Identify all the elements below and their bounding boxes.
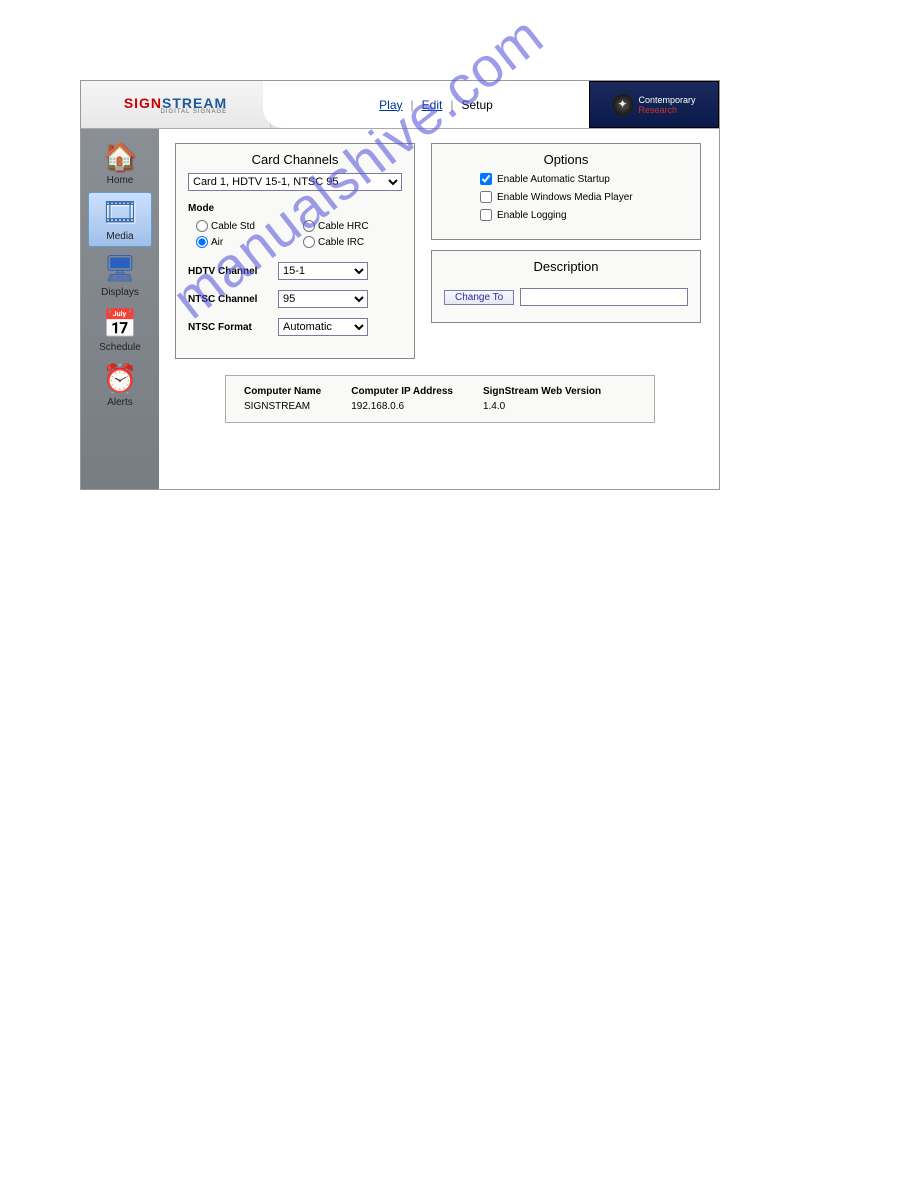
right-column: Options Enable Automatic Startup Enable … (431, 143, 701, 359)
panel-title: Card Channels (188, 152, 402, 167)
info-ip-value: 192.168.0.6 (351, 401, 453, 412)
description-panel: Description Change To (431, 250, 701, 323)
logo: SIGNSTREAM DIGITAL SIGNAGE (81, 81, 271, 128)
checkbox-auto-startup[interactable] (480, 173, 492, 185)
sidebar-item-label: Displays (101, 287, 139, 298)
sidebar-item-label: Alerts (107, 397, 133, 408)
nav-setup[interactable]: Setup (461, 98, 492, 112)
radio-label: Cable IRC (318, 237, 364, 248)
info-computer-name-value: SIGNSTREAM (244, 401, 321, 412)
change-to-button[interactable]: Change To (444, 290, 514, 305)
nav-edit[interactable]: Edit (422, 98, 443, 112)
brand-icon (612, 94, 634, 116)
panel-title: Options (444, 152, 688, 167)
sidebar-item-media[interactable]: 🎞 Media (88, 192, 152, 247)
panel-title: Description (444, 259, 688, 274)
brand-badge: Contemporary Research (589, 81, 719, 128)
ntsc-format-label: NTSC Format (188, 322, 270, 333)
radio-cable-std[interactable] (196, 220, 208, 232)
nav-play[interactable]: Play (379, 98, 402, 112)
checkbox-label: Enable Windows Media Player (497, 192, 633, 203)
sidebar-item-label: Home (107, 175, 134, 186)
sidebar-item-label: Media (106, 231, 133, 242)
radio-cable-irc[interactable] (303, 236, 315, 248)
alerts-icon: ⏰ (100, 361, 140, 395)
description-input[interactable] (520, 288, 688, 306)
hdtv-channel-label: HDTV Channel (188, 266, 270, 277)
nav-sep: | (450, 98, 453, 112)
checkbox-label: Enable Logging (497, 210, 567, 221)
media-icon: 🎞 (100, 195, 140, 229)
schedule-icon: 📅 (100, 306, 140, 340)
ntsc-format-select[interactable]: Automatic (278, 318, 368, 336)
card-select[interactable]: Card 1, HDTV 15-1, NTSC 95 (188, 173, 402, 191)
ntsc-channel-select[interactable]: 95 (278, 290, 368, 308)
sidebar-item-label: Schedule (99, 342, 141, 353)
card-channels-panel: Card Channels Card 1, HDTV 15-1, NTSC 95… (175, 143, 415, 359)
sidebar-item-schedule[interactable]: 📅 Schedule (88, 304, 152, 357)
info-box: Computer Name SIGNSTREAM Computer IP Add… (225, 375, 655, 423)
mode-label: Mode (188, 203, 402, 214)
info-ip-header: Computer IP Address (351, 386, 453, 397)
radio-air[interactable] (196, 236, 208, 248)
displays-icon: 🖥 (100, 251, 140, 285)
ntsc-channel-label: NTSC Channel (188, 294, 270, 305)
mode-radios: Cable Std Cable HRC Air Cable IRC (188, 220, 402, 248)
app-window: SIGNSTREAM DIGITAL SIGNAGE Play | Edit |… (80, 80, 720, 490)
sidebar-item-alerts[interactable]: ⏰ Alerts (88, 359, 152, 412)
sidebar: 🏠 Home 🎞 Media 🖥 Displays 📅 Schedule ⏰ A… (81, 129, 159, 489)
checkbox-wmp[interactable] (480, 191, 492, 203)
checkbox-label: Enable Automatic Startup (497, 174, 610, 185)
brand-text: Contemporary Research (638, 95, 695, 115)
hdtv-channel-select[interactable]: 15-1 (278, 262, 368, 280)
options-panel: Options Enable Automatic Startup Enable … (431, 143, 701, 240)
checkbox-logging[interactable] (480, 209, 492, 221)
radio-label: Cable Std (211, 221, 255, 232)
info-version-value: 1.4.0 (483, 401, 601, 412)
radio-label: Air (211, 237, 223, 248)
info-computer-name-header: Computer Name (244, 386, 321, 397)
header: SIGNSTREAM DIGITAL SIGNAGE Play | Edit |… (81, 81, 719, 129)
main-content: Card Channels Card 1, HDTV 15-1, NTSC 95… (159, 129, 719, 489)
info-version-header: SignStream Web Version (483, 386, 601, 397)
nav-sep: | (411, 98, 414, 112)
logo-part1: SIGN (124, 95, 162, 111)
radio-cable-hrc[interactable] (303, 220, 315, 232)
sidebar-item-displays[interactable]: 🖥 Displays (88, 249, 152, 302)
sidebar-item-home[interactable]: 🏠 Home (88, 137, 152, 190)
top-nav: Play | Edit | Setup (263, 81, 589, 128)
radio-label: Cable HRC (318, 221, 369, 232)
home-icon: 🏠 (100, 139, 140, 173)
